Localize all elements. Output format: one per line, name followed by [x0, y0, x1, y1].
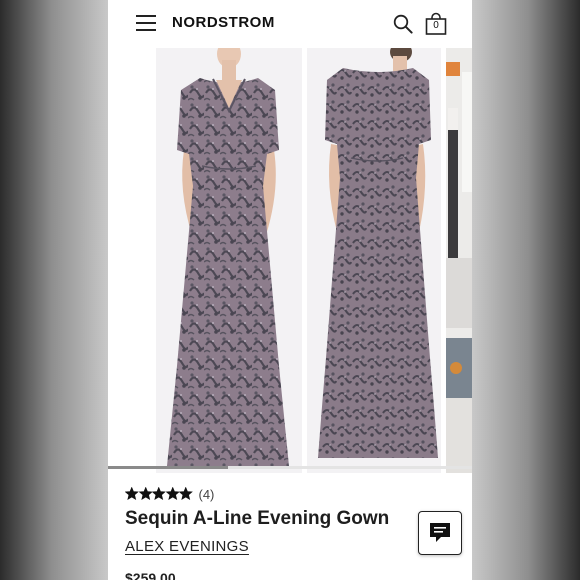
- shopping-bag-icon[interactable]: 0: [424, 12, 448, 36]
- brand-link[interactable]: ALEX EVENINGS: [125, 538, 249, 555]
- top-nav: NORDSTROM 0: [108, 0, 472, 46]
- star-filled-icon: [138, 487, 152, 501]
- review-count[interactable]: (4): [199, 487, 215, 502]
- star-rating: [125, 487, 193, 501]
- hamburger-menu-icon[interactable]: [136, 15, 156, 31]
- product-photo-back[interactable]: [307, 48, 441, 473]
- app-window: NORDSTROM 0 (4) Sequin A-Line Evening Go…: [108, 0, 472, 580]
- nordstrom-logo[interactable]: NORDSTROM: [172, 14, 275, 31]
- star-filled-icon: [125, 487, 139, 501]
- star-filled-icon: [152, 487, 166, 501]
- product-rating[interactable]: (4): [125, 486, 214, 502]
- search-icon[interactable]: [393, 14, 413, 34]
- bag-count: 0: [433, 20, 439, 31]
- carousel-progress-bar: [108, 466, 472, 469]
- product-photo-lifestyle[interactable]: [446, 48, 472, 473]
- product-title: Sequin A-Line Evening Gown: [125, 508, 390, 529]
- product-photo-front[interactable]: [156, 48, 302, 473]
- chat-button[interactable]: [418, 511, 462, 555]
- screen: { "header": { "logo": "NORDSTROM", "bag_…: [0, 0, 580, 580]
- chat-icon: [430, 523, 450, 542]
- star-filled-icon: [179, 487, 193, 501]
- product-image-carousel[interactable]: [108, 48, 472, 473]
- carousel-progress-fill: [108, 466, 229, 469]
- star-filled-icon: [165, 487, 179, 501]
- product-price: $259.00: [125, 570, 176, 580]
